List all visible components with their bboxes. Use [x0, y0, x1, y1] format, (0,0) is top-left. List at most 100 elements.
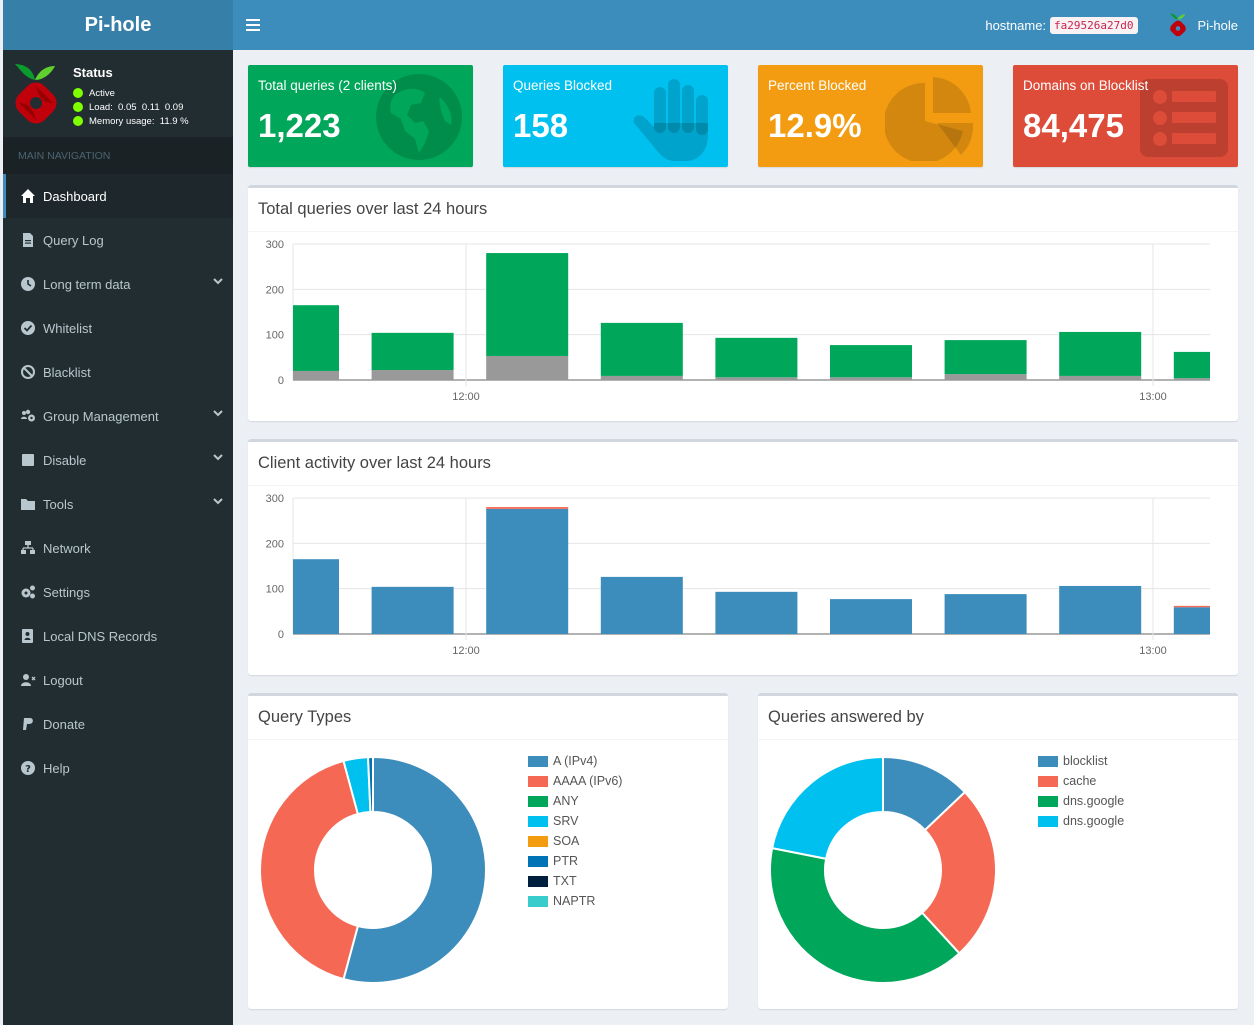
bar-client-1[interactable]: [486, 508, 569, 634]
legend-item[interactable]: cache: [1038, 771, 1124, 791]
sidebar-item-whitelist[interactable]: Whitelist: [3, 306, 233, 350]
sidebar-item-help[interactable]: ? Help: [3, 746, 233, 790]
bar-client-1[interactable]: [371, 586, 454, 634]
legend-label: ANY: [553, 794, 579, 808]
sidebar: Pi-hole Status Active Load: 0.05 0.11 0.…: [3, 0, 233, 1025]
bar-blocked[interactable]: [486, 355, 569, 380]
slice-dns-google[interactable]: [770, 755, 884, 860]
bar-blocked[interactable]: [944, 374, 1027, 380]
legend-item[interactable]: SRV: [528, 811, 622, 831]
sidebar-item-group-management[interactable]: Group Management: [3, 394, 233, 438]
bar-permitted[interactable]: [1173, 351, 1210, 379]
bar-client-1[interactable]: [600, 576, 683, 634]
stat-domains-blocklist[interactable]: Domains on Blocklist 84,475: [1013, 65, 1238, 167]
legend-label: PTR: [553, 854, 578, 868]
sidebar-item-logout[interactable]: Logout: [3, 658, 233, 702]
bar-blocked[interactable]: [1173, 378, 1210, 380]
sidebar-item-disable[interactable]: Disable: [3, 438, 233, 482]
legend-item[interactable]: AAAA (IPv6): [528, 771, 622, 791]
client-activity-chart: 0 100 200 300 12:00 13:00: [266, 493, 1210, 657]
bar-client-2[interactable]: [486, 507, 569, 509]
bar-permitted[interactable]: [715, 337, 798, 378]
legend-swatch: [528, 775, 548, 787]
bar-blocked[interactable]: [830, 377, 912, 380]
y-tick-label: 200: [266, 284, 284, 296]
legend-swatch: [528, 855, 548, 867]
sidebar-item-settings[interactable]: Settings: [3, 570, 233, 614]
queries-answered-panel: Queries answered by blocklist cache dns.go…: [758, 693, 1238, 1009]
legend-item[interactable]: NAPTR: [528, 891, 622, 911]
bar-permitted[interactable]: [600, 322, 683, 376]
hostname-label: hostname:: [985, 17, 1047, 33]
bar-client-1[interactable]: [944, 594, 1027, 634]
bar-client-1[interactable]: [830, 599, 912, 634]
sidebar-item-long-term-data[interactable]: Long term data: [3, 262, 233, 306]
bar-blocked[interactable]: [1059, 375, 1142, 380]
legend-label: dns.google: [1063, 814, 1125, 828]
status-info: Status Active Load: 0.05 0.11 0.09 Memor…: [73, 60, 189, 137]
bar-permitted[interactable]: [944, 340, 1027, 375]
bar-permitted[interactable]: [293, 305, 339, 371]
bar-permitted[interactable]: [371, 332, 454, 371]
legend-swatch: [528, 835, 548, 847]
legend-item[interactable]: TXT: [528, 871, 622, 891]
bar-permitted[interactable]: [1059, 331, 1142, 376]
status-dot-icon: [73, 102, 83, 112]
legend-item[interactable]: SOA: [528, 831, 622, 851]
sidebar-toggle-button[interactable]: [233, 0, 273, 50]
legend-swatch: [1038, 755, 1058, 767]
status-memory: Memory usage: 11.9 %: [73, 114, 189, 128]
legend-item[interactable]: blocklist: [1038, 751, 1124, 771]
sidebar-item-local-dns-records[interactable]: Local DNS Records: [3, 614, 233, 658]
stat-percent-blocked[interactable]: Percent Blocked 12.9%: [758, 65, 983, 167]
total-queries-chart: 0 100 200 300 12:00 13:00: [266, 239, 1210, 403]
sidebar-item-dashboard[interactable]: Dashboard: [3, 174, 233, 218]
cogs-icon: [20, 584, 36, 600]
brand-logo[interactable]: Pi-hole: [3, 0, 233, 50]
y-tick-label: 300: [266, 239, 284, 251]
stat-label: Queries Blocked: [513, 78, 613, 93]
legend-item[interactable]: ANY: [528, 791, 622, 811]
sidebar-item-label: Settings: [43, 584, 90, 600]
sidebar-item-tools[interactable]: Tools: [3, 482, 233, 526]
bar-blocked[interactable]: [600, 375, 683, 380]
legend-label: cache: [1063, 774, 1097, 788]
sidebar-item-query-log[interactable]: Query Log: [3, 218, 233, 262]
status-dot-icon: [73, 88, 83, 98]
sidebar-item-donate[interactable]: Donate: [3, 702, 233, 746]
bar-client-1[interactable]: [293, 559, 339, 634]
x-tick-label: 12:00: [452, 645, 480, 657]
bar-blocked[interactable]: [715, 377, 798, 380]
legend-item[interactable]: dns.google: [1038, 791, 1124, 811]
legend-item[interactable]: PTR: [528, 851, 622, 871]
bar-permitted[interactable]: [486, 253, 569, 356]
stop-icon: [20, 452, 36, 468]
sidebar-item-label: Local DNS Records: [43, 628, 158, 644]
slice-aaaa-ipv6[interactable]: [259, 759, 360, 981]
stat-queries-blocked[interactable]: Queries Blocked 158: [503, 65, 728, 167]
clock-icon: [20, 276, 36, 292]
sidebar-item-blacklist[interactable]: Blacklist: [3, 350, 233, 394]
bar-client-1[interactable]: [1173, 607, 1210, 634]
bar-blocked[interactable]: [371, 370, 454, 380]
sidebar-item-label: Donate: [43, 716, 85, 732]
home-icon: [20, 188, 36, 204]
legend-item[interactable]: dns.google: [1038, 811, 1124, 831]
legend-label: NAPTR: [553, 894, 596, 908]
sidebar-item-network[interactable]: Network: [3, 526, 233, 570]
user-menu[interactable]: Pi-hole: [1168, 12, 1238, 38]
bar-blocked[interactable]: [293, 370, 339, 380]
bar-client-1[interactable]: [1059, 585, 1142, 634]
bar-permitted[interactable]: [830, 345, 912, 378]
main-navigation: Dashboard Query Log Long term data Whitelis…: [3, 174, 233, 790]
stat-total-queries[interactable]: Total queries (2 clients) 1,223: [248, 65, 473, 167]
ban-icon: [20, 364, 36, 380]
pihole-logo-icon: [11, 60, 61, 128]
legend-item[interactable]: A (IPv4): [528, 751, 622, 771]
bar-client-1[interactable]: [715, 591, 798, 634]
stat-label: Total queries (2 clients): [258, 78, 397, 93]
bar-client-2[interactable]: [1173, 605, 1210, 608]
status-active: Active: [73, 86, 189, 100]
paypal-icon: [20, 716, 36, 732]
sidebar-item-label: Tools: [43, 496, 74, 512]
